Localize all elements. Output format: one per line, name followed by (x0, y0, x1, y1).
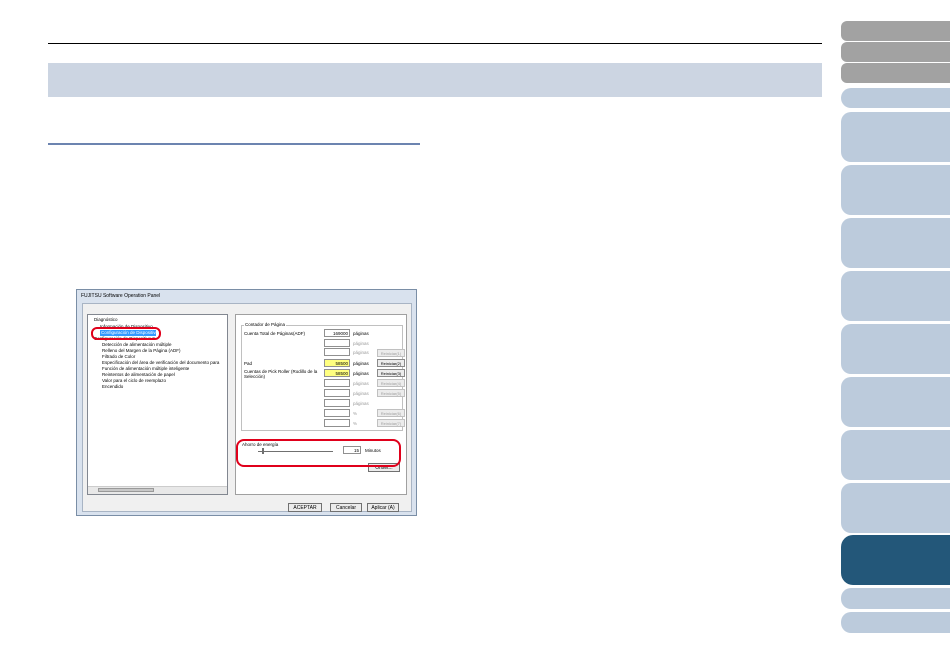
nav-tab-chapter-5[interactable] (841, 324, 950, 374)
highlight-energy-saving (236, 439, 401, 467)
nav-tab-index[interactable] (841, 63, 950, 83)
page-counter-group: Contador de Página Cuenta Total de Págin… (241, 322, 405, 431)
counter-unit-6: páginas (353, 381, 369, 386)
nav-tab-chapter-1[interactable] (841, 112, 950, 162)
nav-tab-chapter-4[interactable] (841, 271, 950, 321)
reset-button-4[interactable]: Reiniciar(4) (377, 379, 405, 387)
counter-field-10 (324, 419, 350, 427)
counter-field-2 (324, 339, 350, 347)
cancel-button[interactable]: Cancelar (330, 503, 362, 512)
nav-tab-introduction[interactable] (841, 88, 950, 108)
tree-horizontal-scrollbar[interactable] (88, 486, 227, 494)
counter-field-9 (324, 409, 350, 417)
pick-roller-field: 58500 (324, 369, 350, 377)
apply-button[interactable]: Aplicar (A) (367, 503, 399, 512)
counter-field-6 (324, 379, 350, 387)
tree-item-multifeed[interactable]: Detección de alimentación múltiple (102, 342, 172, 347)
nav-tab-chapter-8[interactable] (841, 483, 950, 533)
nav-tab-top[interactable] (841, 21, 950, 41)
pick-roller-unit: páginas (353, 371, 369, 376)
highlight-device-settings (91, 327, 161, 340)
nav-tab-chapter-7[interactable] (841, 430, 950, 480)
tree-item-check-area[interactable]: Especificación del área de verificación … (102, 360, 219, 365)
total-pages-unit: páginas (353, 331, 369, 336)
tree-item-margin-fill[interactable]: Relleno del Margen de la Página (ADF) (102, 348, 181, 353)
counter-field-3 (324, 348, 350, 356)
operation-panel-dialog: FUJITSU Software Operation Panel Diagnós… (76, 289, 417, 516)
counter-field-7 (324, 389, 350, 397)
tree-item-color-filter[interactable]: Filtrado de Color (102, 354, 135, 359)
tree-item-pick-retries[interactable]: Reintentos de alimentación de papel (102, 372, 175, 377)
reset-button-5[interactable]: Reiniciar(5) (377, 389, 405, 397)
header-rule (48, 43, 822, 44)
nav-tab-chapter-2[interactable] (841, 165, 950, 215)
pad-unit: páginas (353, 361, 369, 366)
total-pages-label: Cuenta Total de Páginas(ADF) (244, 331, 305, 336)
tree-item-power[interactable]: Encendido (102, 384, 123, 389)
page-counter-label: Contador de Página (244, 322, 287, 327)
tree-item-intelligent-multifeed[interactable]: Función de alimentación múltiple intelig… (102, 366, 189, 371)
counter-unit-7: páginas (353, 391, 369, 396)
reset-button-1[interactable]: Reiniciar(1) (377, 349, 405, 357)
settings-panel: Contador de Página Cuenta Total de Págin… (235, 314, 407, 495)
reset-button-7[interactable]: Reiniciar(7) (377, 419, 405, 427)
scrollbar-thumb[interactable] (98, 488, 154, 492)
counter-unit-8: páginas (353, 401, 369, 406)
tree-item-diagnostics[interactable]: Diagnóstico (94, 317, 118, 322)
nav-tab-chapter-3[interactable] (841, 218, 950, 268)
counter-unit-3: páginas (353, 350, 369, 355)
ok-button[interactable]: ACEPTAR (288, 503, 322, 512)
pad-label: Pad (244, 361, 253, 366)
settings-tree[interactable]: Diagnóstico Información de Dispositivo C… (87, 314, 228, 495)
section-banner (48, 63, 822, 97)
reset-pick-button[interactable]: Reiniciar(3) (377, 369, 405, 377)
reset-pad-button[interactable]: Reiniciar(2) (377, 359, 405, 367)
dialog-title: FUJITSU Software Operation Panel (81, 293, 161, 299)
nav-tab-contents[interactable] (841, 42, 950, 62)
pad-count-field: 58500 (324, 359, 350, 367)
nav-tab-appendix[interactable] (841, 588, 950, 609)
reset-button-6[interactable]: Reiniciar(6) (377, 409, 405, 417)
counter-unit-2: páginas (353, 341, 369, 346)
pick-roller-label: Cuentas de Pick Roller (Rodillo de la Se… (244, 369, 318, 379)
percent-unit-1: % (353, 411, 358, 416)
percent-unit-2: % (353, 421, 358, 426)
nav-tab-chapter-6[interactable] (841, 377, 950, 427)
subsection-rule (48, 143, 420, 145)
counter-field-8 (324, 399, 350, 407)
nav-tab-glossary[interactable] (841, 612, 950, 633)
nav-tab-chapter-9-active[interactable] (841, 535, 950, 585)
tree-item-replacement-cycle[interactable]: Valor para el ciclo de reemplazo (102, 378, 166, 383)
total-pages-field: 169000 (324, 329, 350, 337)
